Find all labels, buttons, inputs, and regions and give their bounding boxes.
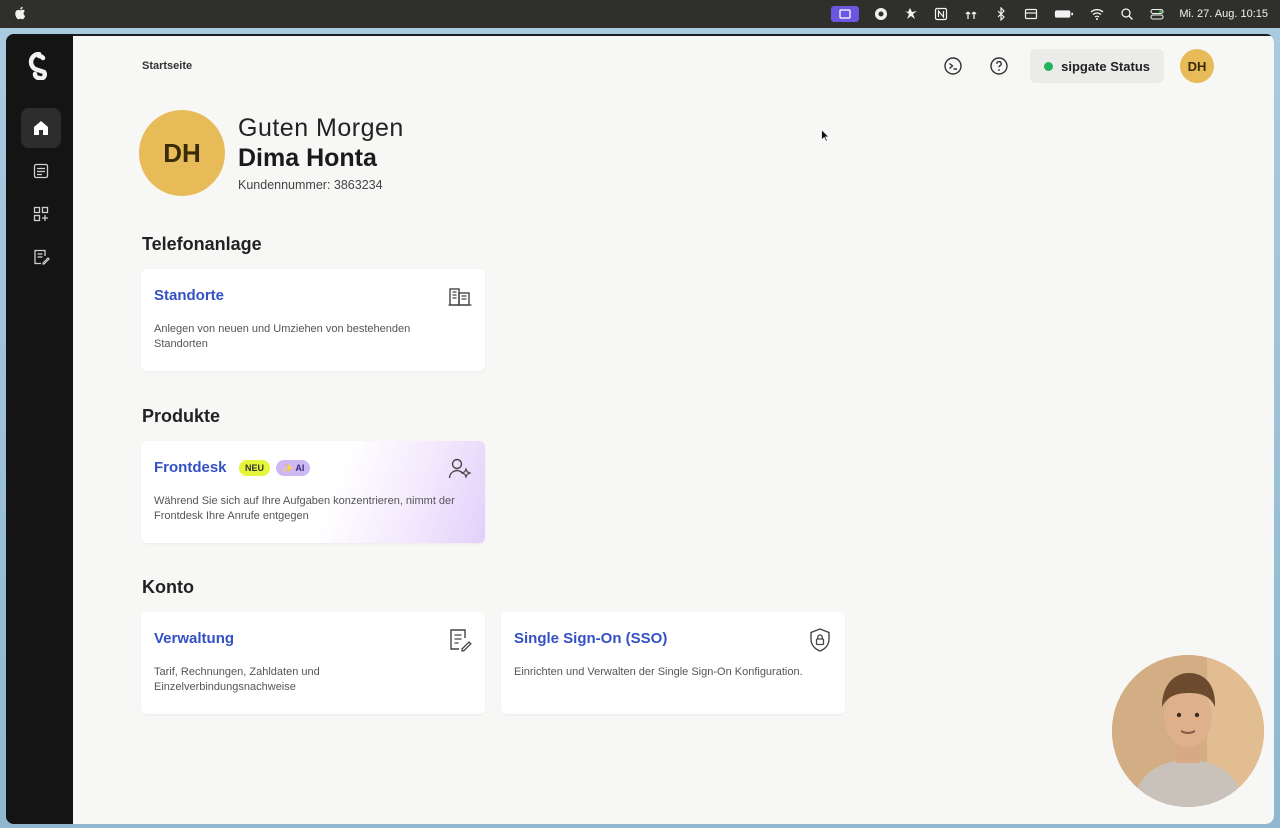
spotlight-search-icon[interactable] [1119, 6, 1135, 22]
bird-icon[interactable] [903, 6, 919, 22]
card-description: Einrichten und Verwalten der Single Sign… [514, 666, 803, 678]
home-icon [34, 121, 48, 135]
sidebar-item-account[interactable] [21, 237, 61, 277]
screen-record-icon[interactable] [831, 6, 860, 22]
document-edit-icon [447, 627, 473, 653]
card-sso[interactable]: Single Sign-On (SSO) Einrichten und Verw… [501, 612, 845, 714]
sipgate-status-button[interactable]: sipgate Status [1030, 49, 1164, 83]
breadcrumb[interactable]: Startseite [142, 60, 192, 72]
building-icon [447, 284, 473, 310]
status-label: sipgate Status [1061, 58, 1150, 74]
battery-icon[interactable] [1053, 6, 1075, 22]
section-title-produkte: Produkte [142, 406, 221, 426]
user-sparkle-icon [447, 456, 473, 482]
apple-icon[interactable] [14, 6, 26, 20]
sipgate-logo-icon[interactable] [28, 52, 50, 80]
presenter-video-icon [1112, 655, 1264, 807]
list-icon [33, 163, 49, 179]
card-description: Während Sie sich auf Ihre Aufgaben konze… [154, 495, 455, 522]
sidebar-item-home[interactable] [21, 108, 61, 148]
header-actions: sipgate Status DH [938, 49, 1214, 83]
network-icon[interactable] [963, 6, 979, 22]
card-frontdesk[interactable]: Frontdesk NEU ✨ AI Während Sie sich auf … [141, 441, 485, 543]
card-title[interactable]: Frontdesk [154, 459, 227, 476]
sidebar [6, 34, 73, 824]
window-icon[interactable] [1023, 6, 1039, 22]
webcam-overlay [1112, 655, 1264, 807]
notion-icon[interactable] [933, 6, 949, 22]
card-verwaltung[interactable]: Verwaltung Tarif, Rechnungen, Zahldaten … [141, 612, 485, 714]
card-description: Anlegen von neuen und Umziehen von beste… [154, 323, 411, 350]
help-button[interactable] [984, 51, 1014, 81]
card-title[interactable]: Standorte [154, 287, 224, 304]
bluetooth-icon[interactable] [993, 6, 1009, 22]
customer-number: Kundennummer: 3863234 [238, 178, 383, 192]
status-dot-icon [1044, 61, 1054, 71]
badge-group: NEU ✨ AI [239, 460, 311, 476]
terminal-icon [944, 57, 962, 75]
avatar: DH [139, 110, 225, 196]
greeting-salutation: Guten Morgen [238, 114, 404, 142]
card-description: Tarif, Rechnungen, Zahldaten und Einzelv… [154, 666, 320, 693]
apps-grid-icon [33, 206, 49, 222]
wifi-icon[interactable] [1089, 6, 1105, 22]
shield-lock-icon [807, 627, 833, 653]
menubar-clock[interactable]: Mi. 27. Aug. 10:15 [1179, 8, 1268, 20]
help-icon [990, 57, 1008, 75]
app-window: Startseite sipgate Status DH DH Guten Mo… [6, 34, 1274, 824]
terminal-button[interactable] [938, 51, 968, 81]
mouse-cursor-icon [821, 129, 830, 142]
card-title[interactable]: Single Sign-On (SSO) [514, 630, 667, 647]
main-content: Startseite sipgate Status DH DH Guten Mo… [73, 36, 1274, 824]
badge-new: NEU [239, 460, 271, 476]
card-title[interactable]: Verwaltung [154, 630, 234, 647]
sidebar-item-telephony[interactable] [21, 151, 61, 191]
github-icon[interactable] [873, 6, 889, 22]
badge-ai: ✨ AI [276, 460, 311, 476]
macos-menubar: Mi. 27. Aug. 10:15 [0, 0, 1280, 28]
section-title-konto: Konto [142, 577, 194, 597]
section-title-telefonanlage: Telefonanlage [142, 234, 262, 254]
control-center-icon[interactable] [1149, 6, 1165, 22]
card-standorte[interactable]: Standorte Anlegen von neuen und Umziehen… [141, 269, 485, 371]
sidebar-item-apps[interactable] [21, 194, 61, 234]
user-avatar-button[interactable]: DH [1180, 49, 1214, 83]
document-edit-icon [34, 249, 50, 265]
greeting-name: Dima Honta [238, 144, 377, 172]
